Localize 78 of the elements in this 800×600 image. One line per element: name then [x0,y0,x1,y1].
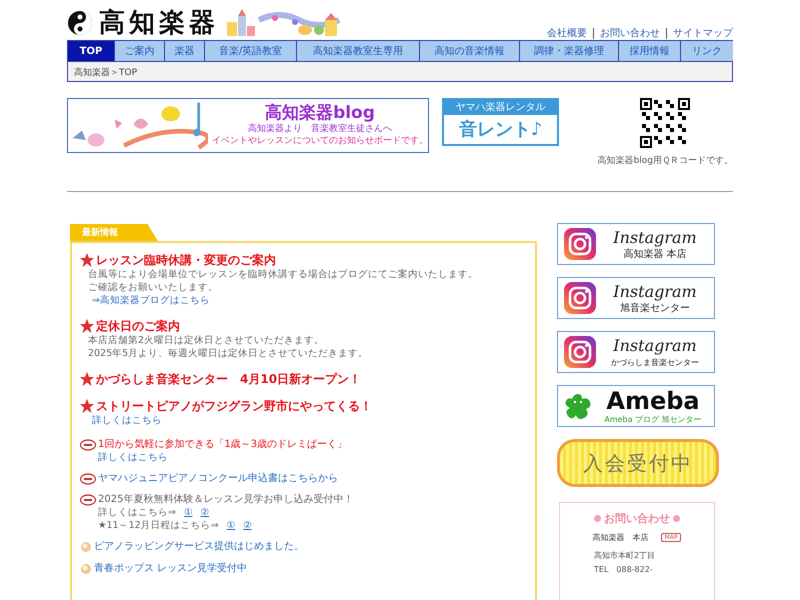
news-title: かづらしま音楽センター 4月10日新オープン！ [96,371,362,387]
news-text: ご確認をお願いいたします。 [88,281,218,294]
new-badge-icon [80,472,96,484]
rental-label: ヤマハ楽器レンタル [444,100,557,115]
brand-text: Instagram [613,336,697,356]
qr-caption: 高知楽器blog用ＱＲコードです。 [598,154,733,167]
bullet-icon [80,540,92,552]
new-badge-icon [80,438,96,450]
breadcrumb: 高知楽器＞TOP [68,62,732,81]
contact-title: お問い合わせ [604,511,670,526]
news-text: 本店店舗第2火曜日は定休日とさせていただきます。 [88,334,324,347]
address-text: 高知市本町2丁目 [594,550,656,562]
nav-tab[interactable]: 高知の音楽情報 [419,41,519,61]
header-link[interactable]: お問い合わせ [593,28,666,39]
ameba-banner[interactable]: Ameba Ameba ブログ 旭センター [557,385,715,427]
news-title[interactable]: 2025年夏秋無料体験＆レッスン見学お申し込み受付中！ [98,493,354,506]
news-title: レッスン臨時休講・変更のご案内 [96,252,276,268]
star-icon [80,319,94,333]
instagram-icon [564,228,596,260]
instagram-icon [564,282,596,314]
blog-text: 高知楽器より 音楽教室生徒さんへ [248,123,392,135]
logo-icon [67,10,93,36]
news-link[interactable]: ⇒高知楽器ブログはこちら [88,294,210,307]
nav-tab[interactable]: リンク [680,41,733,61]
news-title: 定休日のご案内 [96,318,180,334]
blog-banner[interactable]: 高知楽器blog 高知楽器より 音楽教室生徒さんへ イベントやレッスンについてのお知らせボードです。 [67,98,429,153]
number-link[interactable]: ② [200,506,210,519]
dot-icon [673,515,680,522]
instagram-banner[interactable]: Instagram かづらしま音楽センター [557,331,715,373]
blog-title: 高知楽器blog [265,104,375,123]
news-title[interactable]: ヤマハジュニアピアノコンクール申込書はこちらから [98,472,338,485]
blog-text: イベントやレッスンについてのお知らせボードです。 [212,135,428,147]
number-link[interactable]: ② [243,519,252,532]
brand-text: Instagram [613,282,697,302]
nav-tab[interactable]: 音楽/英語教室 [204,41,296,61]
store-name: 高知楽器 本店 [592,532,649,543]
news-text: 台風等により会場単位でレッスンを臨時休講する場合はブログにてご案内いたします。 [88,268,478,281]
number-link[interactable]: ① [184,506,192,519]
news-text: 2025年5月より、毎週火曜日は定休日とさせていただきます。 [88,347,368,360]
star-icon [80,253,94,267]
instagram-banner[interactable]: Instagram 高知楽器 本店 [557,223,715,265]
qr-code [640,98,690,148]
join-banner[interactable]: 入会受付中 [557,439,719,487]
rental-banner[interactable]: ヤマハ楽器レンタル 音レント♪ [442,98,559,146]
news-title: ストリートピアノがフジグラン野市にやってくる！ [96,398,372,414]
banner-caption: 高知楽器 本店 [623,248,687,260]
logo-text: 高知楽器 [99,9,219,37]
address-text: TEL 088-822- [594,564,654,576]
nav-tab[interactable]: 高知楽器教室生専用 [296,41,419,61]
nav-tab[interactable]: 調律・楽器修理 [519,41,618,61]
banner-caption: Ameba ブログ 旭センター [604,414,702,424]
instagram-icon [564,336,596,368]
dot-icon [594,515,601,522]
bullet-icon [80,562,92,574]
news-link[interactable]: 詳しくはこちら [88,414,162,427]
header-link[interactable]: 会社概要 [541,28,593,39]
brand-text: Instagram [613,228,697,248]
header-link[interactable]: サイトマップ [666,28,733,39]
brand-text: Ameba [606,388,700,414]
star-icon [80,399,94,413]
news-text: ★11～12月日程はこちら⇒ [98,519,219,532]
news-text: 詳しくはこちら⇒ [98,506,176,519]
rental-logo: 音レント♪ [458,118,544,142]
banner-caption: かづらしま音楽センター [611,356,699,368]
ameba-mascot-icon [564,392,592,420]
new-badge-icon [80,494,96,506]
nav-tab[interactable]: TOP [68,41,114,61]
nav-tab[interactable]: ご案内 [114,41,164,61]
nav-tab[interactable]: 採用情報 [618,41,680,61]
number-link[interactable]: ① [226,519,236,532]
news-title[interactable]: ピアノラッピングサービス提供はじめました。 [94,540,304,553]
news-link[interactable]: 詳しくはこちら [98,451,168,464]
news-title[interactable]: 1回から気軽に参加できる「1歳～3歳のドレミぱーく」 [98,438,348,451]
instagram-banner[interactable]: Instagram 旭音楽センター [557,277,715,319]
banner-caption: 旭音楽センター [620,302,690,314]
news-title[interactable]: 青春ポップス レッスン見学受付中 [94,562,248,575]
nav-tab[interactable]: 楽器 [164,41,204,61]
star-icon [80,372,94,386]
